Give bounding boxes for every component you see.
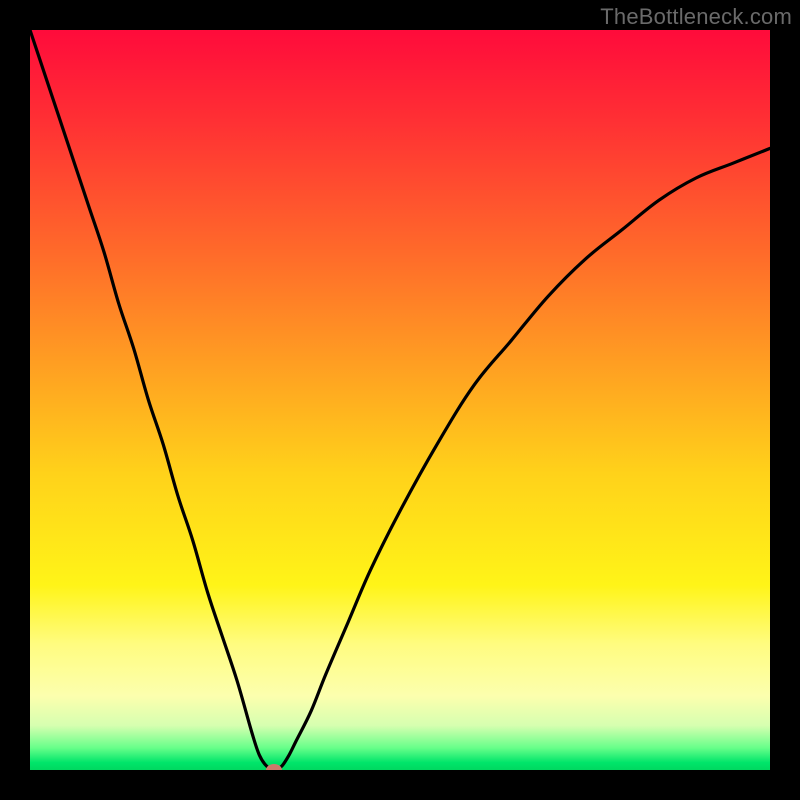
chart-frame: TheBottleneck.com <box>0 0 800 800</box>
bottleneck-curve <box>30 30 770 770</box>
plot-area <box>30 30 770 770</box>
optimal-point-marker <box>266 764 282 770</box>
watermark-text: TheBottleneck.com <box>600 4 792 30</box>
